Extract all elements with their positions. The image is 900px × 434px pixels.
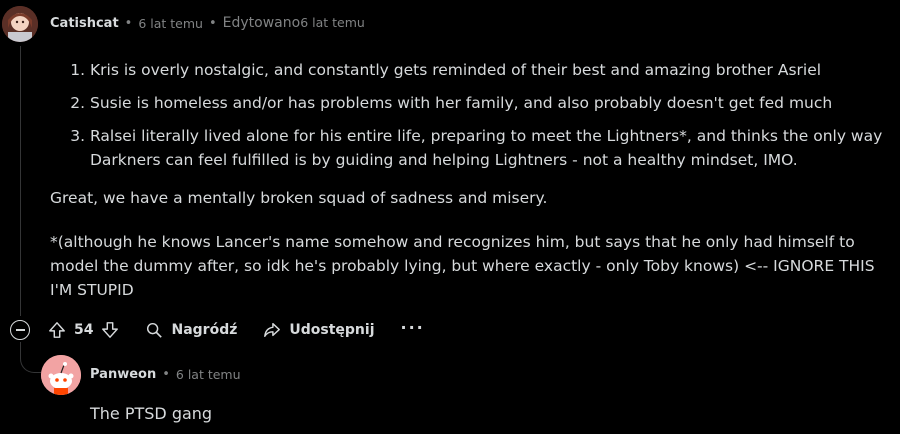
reply-body: The PTSD gang <box>90 404 213 423</box>
thread-line[interactable] <box>20 46 21 316</box>
award-button[interactable]: Nagródź <box>145 321 237 339</box>
comment-body: Kris is overly nostalgic, and constantly… <box>50 58 890 322</box>
comment-meta: Catishcat • 6 lat temu • Edytowano6 lat … <box>50 15 365 31</box>
share-button[interactable]: Udostępnij <box>263 321 375 339</box>
list-item: Kris is overly nostalgic, and constantly… <box>90 58 890 82</box>
vote-group: 54 <box>48 321 119 339</box>
more-options-button[interactable]: ··· <box>401 318 425 337</box>
comment-actions: 54 Nagródź Udostępnij ··· <box>10 316 425 344</box>
catishcat-avatar-icon <box>2 6 38 42</box>
share-icon <box>264 322 281 338</box>
snoo-avatar-icon <box>41 355 81 395</box>
list-item: Susie is homeless and/or has problems wi… <box>90 91 890 115</box>
upvote-icon[interactable] <box>48 321 66 339</box>
share-label: Udostępnij <box>289 322 375 338</box>
award-icon <box>147 322 163 338</box>
award-label: Nagródź <box>171 322 238 338</box>
timestamp[interactable]: 6 lat temu <box>176 367 241 382</box>
reply-connector <box>20 342 41 373</box>
separator-dot: • <box>208 15 217 31</box>
avatar[interactable] <box>41 355 81 395</box>
vote-score: 54 <box>74 322 94 338</box>
author-name[interactable]: Panweon <box>90 367 156 382</box>
comment-paragraph: *(although he knows Lancer's name someho… <box>50 233 875 299</box>
separator-dot: • <box>124 15 133 31</box>
reply-meta: Panweon • 6 lat temu <box>90 367 241 382</box>
separator-dot: • <box>162 367 170 382</box>
edited-label: Edytowano6 lat temu <box>222 15 365 31</box>
collapse-button[interactable] <box>10 320 30 340</box>
minus-icon <box>15 329 25 331</box>
list-item: Ralsei literally lived alone for his ent… <box>90 124 890 172</box>
timestamp[interactable]: 6 lat temu <box>138 16 203 31</box>
downvote-icon[interactable] <box>101 321 119 339</box>
comment-paragraph: Great, we have a mentally broken squad o… <box>50 189 548 207</box>
avatar[interactable] <box>2 6 38 42</box>
comment-list: Kris is overly nostalgic, and constantly… <box>50 58 890 172</box>
author-name[interactable]: Catishcat <box>50 16 119 31</box>
